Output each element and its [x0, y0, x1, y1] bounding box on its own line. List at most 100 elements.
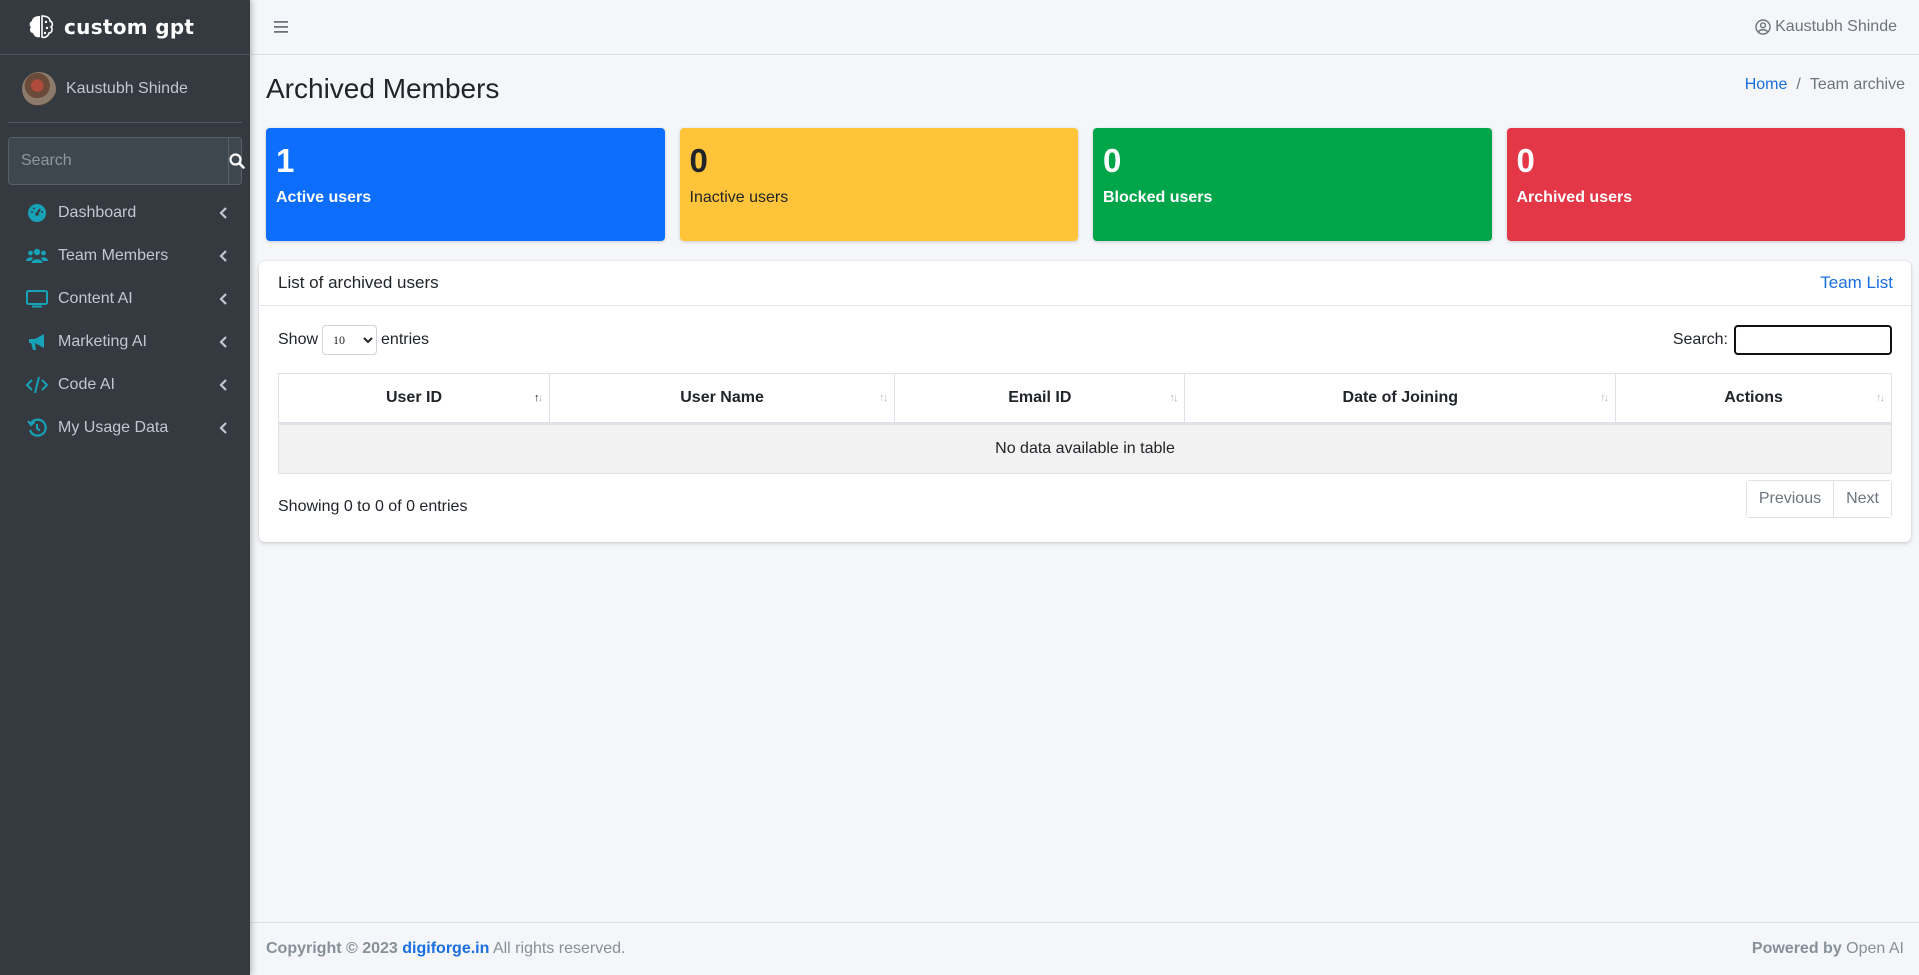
- sidebar-search-input[interactable]: [9, 138, 228, 184]
- sidebar-item-label: Marketing AI: [58, 332, 147, 350]
- powered-by: Powered by Open AI: [1752, 940, 1904, 958]
- page-title: Archived Members: [266, 73, 500, 104]
- sidebar-item-code-ai[interactable]: Code AI: [0, 363, 250, 406]
- sidebar-user-name: Kaustubh Shinde: [66, 79, 188, 97]
- stats-row: 1 Active users 0 Inactive users 0 Blocke…: [266, 128, 1905, 241]
- empty-table-message: No data available in table: [278, 423, 1892, 474]
- stat-label: Inactive users: [689, 189, 789, 207]
- breadcrumb-separator: /: [1796, 76, 1801, 93]
- stat-inactive-users: 0 Inactive users: [679, 128, 1078, 241]
- header-user-name: Kaustubh Shinde: [1775, 18, 1897, 35]
- stat-value: 0: [1103, 142, 1122, 179]
- page-length-control: Show 10 entries: [278, 324, 430, 355]
- sidebar-item-my-usage-data[interactable]: My Usage Data: [0, 406, 250, 449]
- company-link[interactable]: digiforge.in: [402, 940, 489, 957]
- column-header-email-id[interactable]: Email ID ↑↓: [894, 373, 1186, 425]
- archived-users-table: User ID ↑↓ User Name ↑↓ Email ID ↑↓ Date of…: [278, 373, 1892, 474]
- chevron-left-icon: [218, 378, 228, 392]
- sidebar-item-label: Code AI: [58, 375, 115, 393]
- sidebar-search-button[interactable]: [228, 138, 245, 184]
- sidebar-item-label: Dashboard: [58, 203, 137, 221]
- monitor-icon: [26, 288, 48, 310]
- main-content: Archived Members Home / Team archive 1 A…: [250, 56, 1919, 922]
- top-navbar: Kaustubh Shinde: [250, 0, 1919, 55]
- copyright: Copyright © 2023 digiforge.in All rights…: [266, 940, 625, 958]
- stat-label: Active users: [276, 189, 372, 207]
- column-header-user-id[interactable]: User ID ↑↓: [278, 373, 550, 425]
- avatar: [22, 71, 56, 106]
- table-info: Showing 0 to 0 of 0 entries: [278, 497, 468, 515]
- menu-toggle-button[interactable]: [274, 21, 288, 33]
- rights-text: All rights reserved.: [492, 940, 626, 957]
- breadcrumb: Home / Team archive: [1745, 76, 1905, 94]
- stat-label: Blocked users: [1103, 189, 1213, 207]
- column-header-actions[interactable]: Actions ↑↓: [1615, 373, 1892, 425]
- search-icon: [229, 153, 245, 169]
- sidebar-item-dashboard[interactable]: Dashboard: [0, 191, 250, 234]
- archived-users-card: List of archived users Team List Show 10…: [259, 261, 1911, 542]
- stat-active-users: 1 Active users: [266, 128, 665, 241]
- sidebar-item-marketing-ai[interactable]: Marketing AI: [0, 320, 250, 363]
- table-footer: Showing 0 to 0 of 0 entries Previous Nex…: [278, 474, 1892, 539]
- column-header-date-of-joining[interactable]: Date of Joining ↑↓: [1184, 373, 1617, 425]
- brand-name: custom gpt: [64, 15, 195, 39]
- sort-icon: ↑↓: [1169, 392, 1178, 404]
- chevron-left-icon: [218, 249, 228, 263]
- stat-value: 0: [1516, 142, 1535, 179]
- tachometer-icon: [26, 202, 48, 224]
- previous-page-button[interactable]: Previous: [1746, 480, 1834, 517]
- user-circle-icon: [1755, 19, 1771, 35]
- sidebar-search: [8, 137, 245, 185]
- sidebar-item-content-ai[interactable]: Content AI: [0, 277, 250, 320]
- next-page-button[interactable]: Next: [1833, 480, 1891, 517]
- megaphone-icon: [26, 331, 48, 353]
- sidebar-item-label: Team Members: [58, 246, 169, 264]
- header-user-menu[interactable]: Kaustubh Shinde: [1755, 18, 1897, 36]
- table-row: No data available in table: [278, 423, 1892, 474]
- powered-by-label: Powered by: [1751, 940, 1842, 957]
- stat-value: 0: [689, 142, 708, 179]
- column-header-user-name[interactable]: User Name ↑↓: [548, 373, 896, 425]
- show-label: Show: [278, 330, 319, 348]
- sidebar: custom gpt Kaustubh Shinde Dashboard Tea…: [0, 0, 250, 975]
- page-length-select[interactable]: 10: [322, 324, 378, 355]
- users-icon: [26, 245, 48, 267]
- table-search-label: Search:: [1672, 330, 1728, 348]
- copyright-prefix: Copyright © 2023: [266, 940, 398, 957]
- powered-by-value: Open AI: [1846, 940, 1904, 957]
- sort-icon: ↑↓: [1876, 392, 1885, 404]
- chevron-left-icon: [218, 206, 228, 220]
- hamburger-icon: [274, 21, 288, 33]
- table-search-input[interactable]: [1734, 324, 1892, 355]
- card-body: Show 10 entries Search: User ID ↑↓ User …: [259, 306, 1911, 539]
- table-controls: Show 10 entries Search:: [278, 306, 1892, 373]
- sidebar-item-label: My Usage Data: [58, 418, 169, 436]
- code-icon: [26, 374, 48, 396]
- stat-blocked-users: 0 Blocked users: [1093, 128, 1492, 241]
- sidebar-item-label: Content AI: [58, 289, 133, 307]
- sidebar-nav: Dashboard Team Members Content AI Market…: [0, 191, 250, 449]
- stat-value: 1: [276, 142, 295, 179]
- history-icon: [26, 417, 48, 439]
- card-header: List of archived users Team List: [259, 261, 1911, 306]
- sidebar-item-team-members[interactable]: Team Members: [0, 234, 250, 277]
- entries-label: entries: [381, 330, 430, 348]
- breadcrumb-current: Team archive: [1809, 76, 1905, 93]
- breadcrumb-home-link[interactable]: Home: [1745, 76, 1788, 94]
- sort-ascending-icon: ↑↓: [533, 392, 543, 404]
- card-title: List of archived users: [278, 273, 439, 292]
- team-list-link[interactable]: Team List: [1820, 273, 1893, 293]
- stat-archived-users: 0 Archived users: [1506, 128, 1905, 241]
- sort-icon: ↑↓: [1600, 392, 1609, 404]
- chevron-left-icon: [218, 335, 228, 349]
- page-footer: Copyright © 2023 digiforge.in All rights…: [250, 922, 1919, 975]
- chevron-left-icon: [218, 421, 228, 435]
- user-panel[interactable]: Kaustubh Shinde: [8, 55, 242, 123]
- brain-logo-icon: [26, 12, 56, 42]
- table-search-control: Search:: [1672, 324, 1892, 355]
- pagination: Previous Next: [1745, 479, 1892, 518]
- stat-label: Archived users: [1516, 189, 1633, 207]
- chevron-left-icon: [218, 292, 228, 306]
- brand[interactable]: custom gpt: [0, 0, 250, 55]
- sort-icon: ↑↓: [879, 392, 888, 404]
